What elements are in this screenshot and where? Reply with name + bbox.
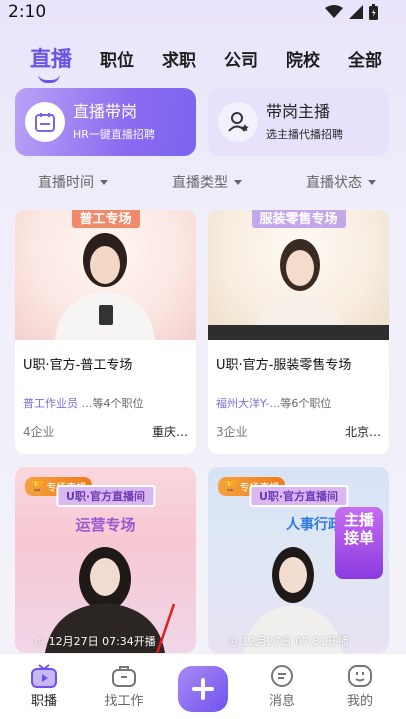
briefcase-icon (94, 662, 154, 690)
live-with-post-card[interactable]: 直播带岗 HR一键直播招聘 (15, 88, 196, 156)
host-person-icon (218, 102, 258, 142)
caret-down-icon (100, 179, 108, 185)
live-title: U职·官方-普工专场 (23, 358, 133, 373)
job-count: 等6个职位 (280, 397, 332, 410)
live-start-time: ◷ 12月27日 07:34开播 (35, 633, 156, 649)
live-start-time: ◷ 12月27日 07:31开播 (228, 633, 349, 649)
post-host-subtitle: 选主播代播招聘 (266, 128, 343, 141)
start-time-label: 12月27日 07:31开播 (241, 635, 349, 648)
filter-live-type[interactable]: 直播类型 (172, 172, 242, 192)
nav-label: 找工作 (104, 694, 144, 709)
status-icons (325, 4, 378, 20)
nav-live[interactable]: 职播 (14, 662, 74, 709)
live-thumbnail: 🏆专场直播 U职·官方直播间 人事行政专场 主播接单 ◷12月27日 07:31… (208, 467, 389, 653)
post-host-card[interactable]: 带岗主播 选主播代播招聘 (208, 88, 389, 156)
battery-icon (369, 4, 378, 20)
calendar-icon (25, 102, 65, 142)
host-figure (55, 233, 155, 340)
nav-find-job[interactable]: 找工作 (94, 662, 154, 709)
live-with-post-subtitle: HR一键直播招聘 (73, 128, 155, 141)
profile-face-icon (330, 662, 390, 690)
tv-icon (14, 662, 74, 690)
nav-messages[interactable]: 消息 (252, 662, 312, 709)
live-card[interactable]: 🏆专场直播 U职·官方直播间 人事行政专场 主播接单 ◷12月27日 07:31… (208, 467, 389, 653)
live-title: U职·官方-服装零售专场 (216, 358, 352, 373)
live-thumbnail: 服装零售专场 (208, 210, 389, 340)
host-figure (208, 239, 389, 340)
status-time: 2:10 (8, 2, 47, 22)
tab-job-seeking[interactable]: 求职 (162, 46, 196, 71)
company-count: 3企业 (216, 425, 248, 439)
job-names: 普工作业员 … (23, 397, 93, 410)
post-host-title: 带岗主播 (266, 102, 331, 121)
clock-icon: ◷ (35, 634, 45, 648)
city: 北京… (344, 425, 381, 439)
filter-label: 直播类型 (172, 175, 228, 191)
filter-live-time[interactable]: 直播时间 (38, 172, 108, 192)
filter-label: 直播状态 (306, 175, 362, 191)
host-figure (243, 547, 343, 653)
live-with-post-title: 直播带岗 (73, 102, 138, 121)
nav-me[interactable]: 我的 (330, 662, 390, 709)
status-bar: 2:10 (0, 0, 406, 28)
company-count: 4企业 (23, 425, 55, 439)
tab-live[interactable]: 直播 (30, 43, 72, 83)
tab-positions[interactable]: 职位 (100, 46, 134, 71)
live-thumbnail: 普工专场 (15, 210, 196, 340)
tab-schools[interactable]: 院校 (286, 46, 320, 71)
publish-plus-button[interactable] (178, 666, 228, 712)
live-card[interactable]: 服装零售专场 U职·官方-服装零售专场 福州大洋Y-… 等6个职位 3企业 北京… (208, 210, 389, 454)
job-count: 等4个职位 (92, 397, 144, 410)
tab-all[interactable]: 全部 (348, 46, 382, 71)
signal-icon (349, 5, 363, 19)
filter-label: 直播时间 (38, 175, 94, 191)
filter-live-status[interactable]: 直播状态 (306, 172, 376, 192)
city: 重庆… (151, 425, 188, 439)
bottom-nav: 职播 找工作 消息 我的 (0, 653, 406, 719)
live-card[interactable]: 普工专场 U职·官方-普工专场 普工作业员 … 等4个职位 4企业 重庆… (15, 210, 196, 454)
tab-companies[interactable]: 公司 (224, 46, 258, 71)
nav-label: 职播 (30, 694, 57, 709)
wifi-icon (325, 5, 343, 18)
caret-down-icon (234, 179, 242, 185)
nav-label: 消息 (268, 694, 295, 709)
caret-down-icon (368, 179, 376, 185)
plus-icon (192, 678, 214, 700)
clock-icon: ◷ (228, 634, 238, 648)
job-names: 福州大洋Y-… (216, 397, 281, 410)
top-tab-bar: 直播 职位 求职 公司 院校 全部 (30, 40, 382, 83)
nav-label: 我的 (346, 694, 373, 709)
chat-icon (252, 662, 312, 690)
filter-bar: 直播时间 直播类型 直播状态 (38, 172, 376, 192)
